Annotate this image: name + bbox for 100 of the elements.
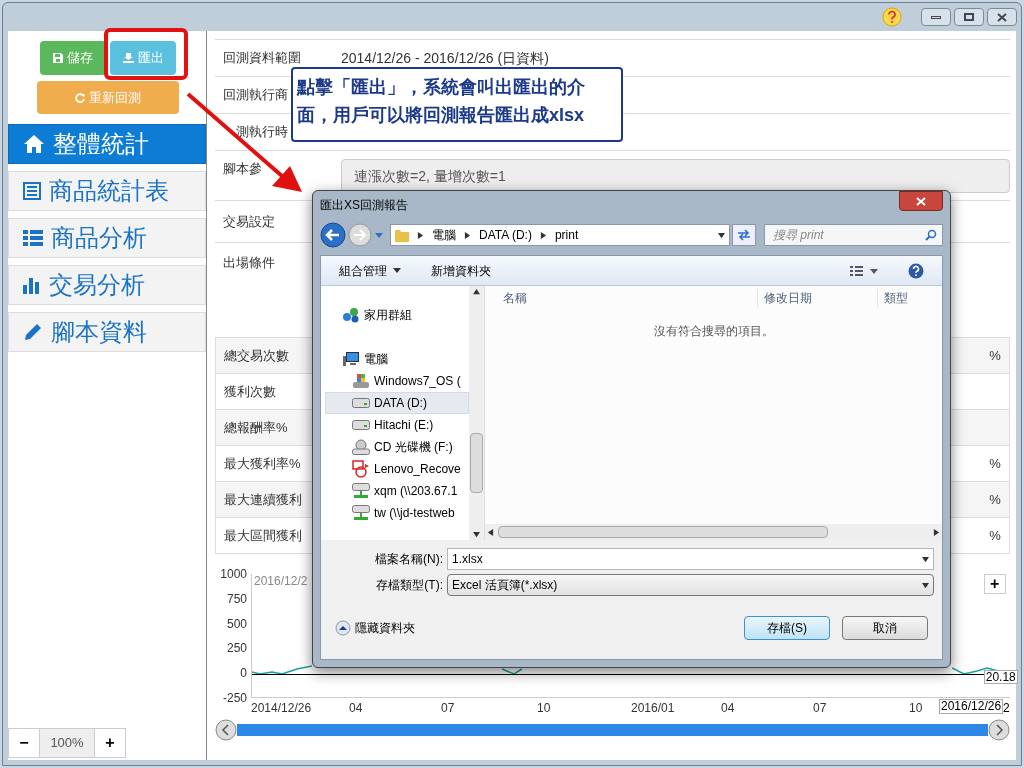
x-axis-label: 2: [1003, 702, 1010, 716]
new-folder-button[interactable]: 新增資料夾: [431, 261, 491, 280]
dropdown-icon[interactable]: [718, 231, 725, 239]
filetype-label: 存檔類型(T):: [375, 577, 444, 594]
x-axis-label: 10: [537, 702, 552, 716]
search-icon: [925, 229, 937, 241]
nav-item[interactable]: 腳本資料: [8, 312, 206, 352]
dialog-close-button[interactable]: [899, 191, 943, 211]
scroll-thumb[interactable]: [470, 433, 483, 493]
caret-icon: [393, 268, 401, 273]
range-scrollbar[interactable]: [237, 724, 988, 736]
scroll-left-icon[interactable]: [487, 528, 494, 536]
back-icon[interactable]: [320, 222, 346, 248]
folder-tree-item[interactable]: Lenovo_Recove: [325, 458, 469, 480]
dialog-save-button[interactable]: 存檔(S): [744, 615, 830, 640]
stats-value: %: [989, 526, 1001, 545]
stats-value: %: [989, 454, 1001, 473]
x-axis-label: 10: [909, 702, 924, 716]
collapse-icon: [335, 619, 351, 636]
address-bar[interactable]: 電腦 DATA (D:) print: [390, 224, 730, 246]
zoom-in-button[interactable]: +: [94, 728, 126, 758]
scroll-down-icon[interactable]: [473, 531, 480, 538]
folder-tree-item[interactable]: 電腦: [325, 348, 469, 370]
callout-note: 點擊「匯出」，系統會叫出匯出的介面，用戶可以將回測報告匯出成xlsx: [291, 67, 623, 142]
stats-label: 總報酬率%: [224, 418, 288, 437]
help-icon[interactable]: [882, 7, 902, 27]
folder-tree-item[interactable]: Hitachi (E:): [325, 414, 469, 436]
computer-icon: [342, 351, 360, 367]
cancel-button[interactable]: 取消: [842, 615, 928, 640]
stats-label: 獲利次數: [224, 382, 276, 401]
search-field[interactable]: 搜尋 print: [764, 224, 943, 246]
hide-folders-button[interactable]: 隱藏資料夾: [335, 618, 415, 637]
filetype-dropdown[interactable]: Excel 活頁簿(*.xlsx): [447, 574, 934, 596]
filename-label: 檔案名稱(N):: [374, 551, 444, 568]
nav-item[interactable]: 商品統計表: [8, 171, 206, 211]
folder-tree-item[interactable]: 家用群組: [325, 304, 469, 326]
dropdown-icon[interactable]: [922, 581, 929, 589]
close-button[interactable]: [987, 8, 1017, 26]
zoom-out-button[interactable]: −: [8, 728, 40, 758]
refresh-button[interactable]: [732, 224, 756, 246]
breadcrumb[interactable]: 電腦: [432, 226, 456, 244]
zoom-chart-button[interactable]: +: [983, 574, 1006, 594]
drive-with-flag-icon: [352, 373, 370, 389]
last-value-label: 20.18: [983, 670, 1018, 684]
bar-chart-icon: [23, 276, 41, 294]
maximize-button[interactable]: [954, 8, 984, 26]
zoom-level: 100%: [40, 728, 94, 758]
column-header[interactable]: 修改日期: [757, 289, 877, 307]
scroll-up-icon[interactable]: [473, 288, 480, 295]
y-axis-label: 500: [226, 617, 247, 630]
scroll-thumb[interactable]: [498, 526, 828, 538]
stats-label: 最大區間獲利: [224, 526, 302, 545]
path-separator-icon: [539, 231, 547, 239]
minimize-button[interactable]: [921, 8, 951, 26]
x-axis-label: 07: [441, 702, 456, 716]
horizontal-scrollbar[interactable]: [485, 524, 942, 540]
close-icon: [916, 196, 926, 206]
folder-icon: [395, 228, 409, 242]
organize-menu[interactable]: 組合管理: [339, 261, 401, 280]
nav-item[interactable]: 整體統計: [8, 124, 206, 164]
breadcrumb[interactable]: DATA (D:): [479, 226, 532, 244]
filename-field[interactable]: 1.xlsx: [447, 548, 934, 570]
refresh-icon: [737, 229, 751, 241]
info-label: 出場條件: [223, 254, 275, 272]
parameters-field: 連漲次數=2, 量增次數=1: [341, 159, 1010, 193]
nav-item[interactable]: 交易分析: [8, 265, 206, 305]
folder-tree-item[interactable]: DATA (D:): [325, 392, 469, 414]
stats-label: 最大獲利率%: [224, 454, 301, 473]
network-drive-icon: [352, 483, 370, 499]
view-options-icon[interactable]: [850, 264, 878, 277]
nav-item[interactable]: 商品分析: [8, 218, 206, 258]
y-axis-label: 0: [240, 667, 247, 680]
folder-tree-item[interactable]: xqm (\\203.67.1: [325, 480, 469, 502]
dialog-title: 匯出XS回測報告: [320, 197, 408, 214]
dropdown-icon[interactable]: [922, 555, 929, 563]
breadcrumb[interactable]: print: [554, 226, 579, 244]
column-header[interactable]: 名稱: [485, 289, 757, 307]
vertical-scrollbar[interactable]: [469, 286, 485, 540]
folder-tree-item[interactable]: CD 光碟機 (F:): [325, 436, 469, 458]
folder-tree-item[interactable]: Windows7_OS (: [325, 370, 469, 392]
info-label: 回測資料範圍: [223, 49, 301, 68]
refresh-icon: [75, 92, 85, 103]
info-label: 腳本參: [223, 160, 262, 178]
column-header[interactable]: 類型: [877, 289, 908, 307]
x-axis-label: 2014/12/26: [251, 702, 313, 716]
chart-line: [502, 668, 524, 676]
recovery-icon: [352, 460, 370, 478]
info-label: 交易設定: [223, 212, 275, 231]
table-icon: [23, 182, 41, 200]
end-date-label: 2016/12/26: [939, 699, 1004, 714]
stats-label: 總交易次數: [224, 346, 289, 365]
drive-icon: [352, 398, 370, 408]
close-icon: [997, 12, 1007, 22]
folder-tree-item[interactable]: tw (\\jd-testweb: [325, 502, 469, 524]
cd-drive-icon: [352, 439, 370, 455]
chart-line: [252, 664, 312, 676]
scroll-right-icon[interactable]: [933, 528, 940, 536]
help-icon[interactable]: [908, 262, 924, 279]
path-separator-icon: [417, 231, 424, 239]
info-value: 2014/12/26 - 2016/12/26 (日資料): [341, 48, 549, 68]
